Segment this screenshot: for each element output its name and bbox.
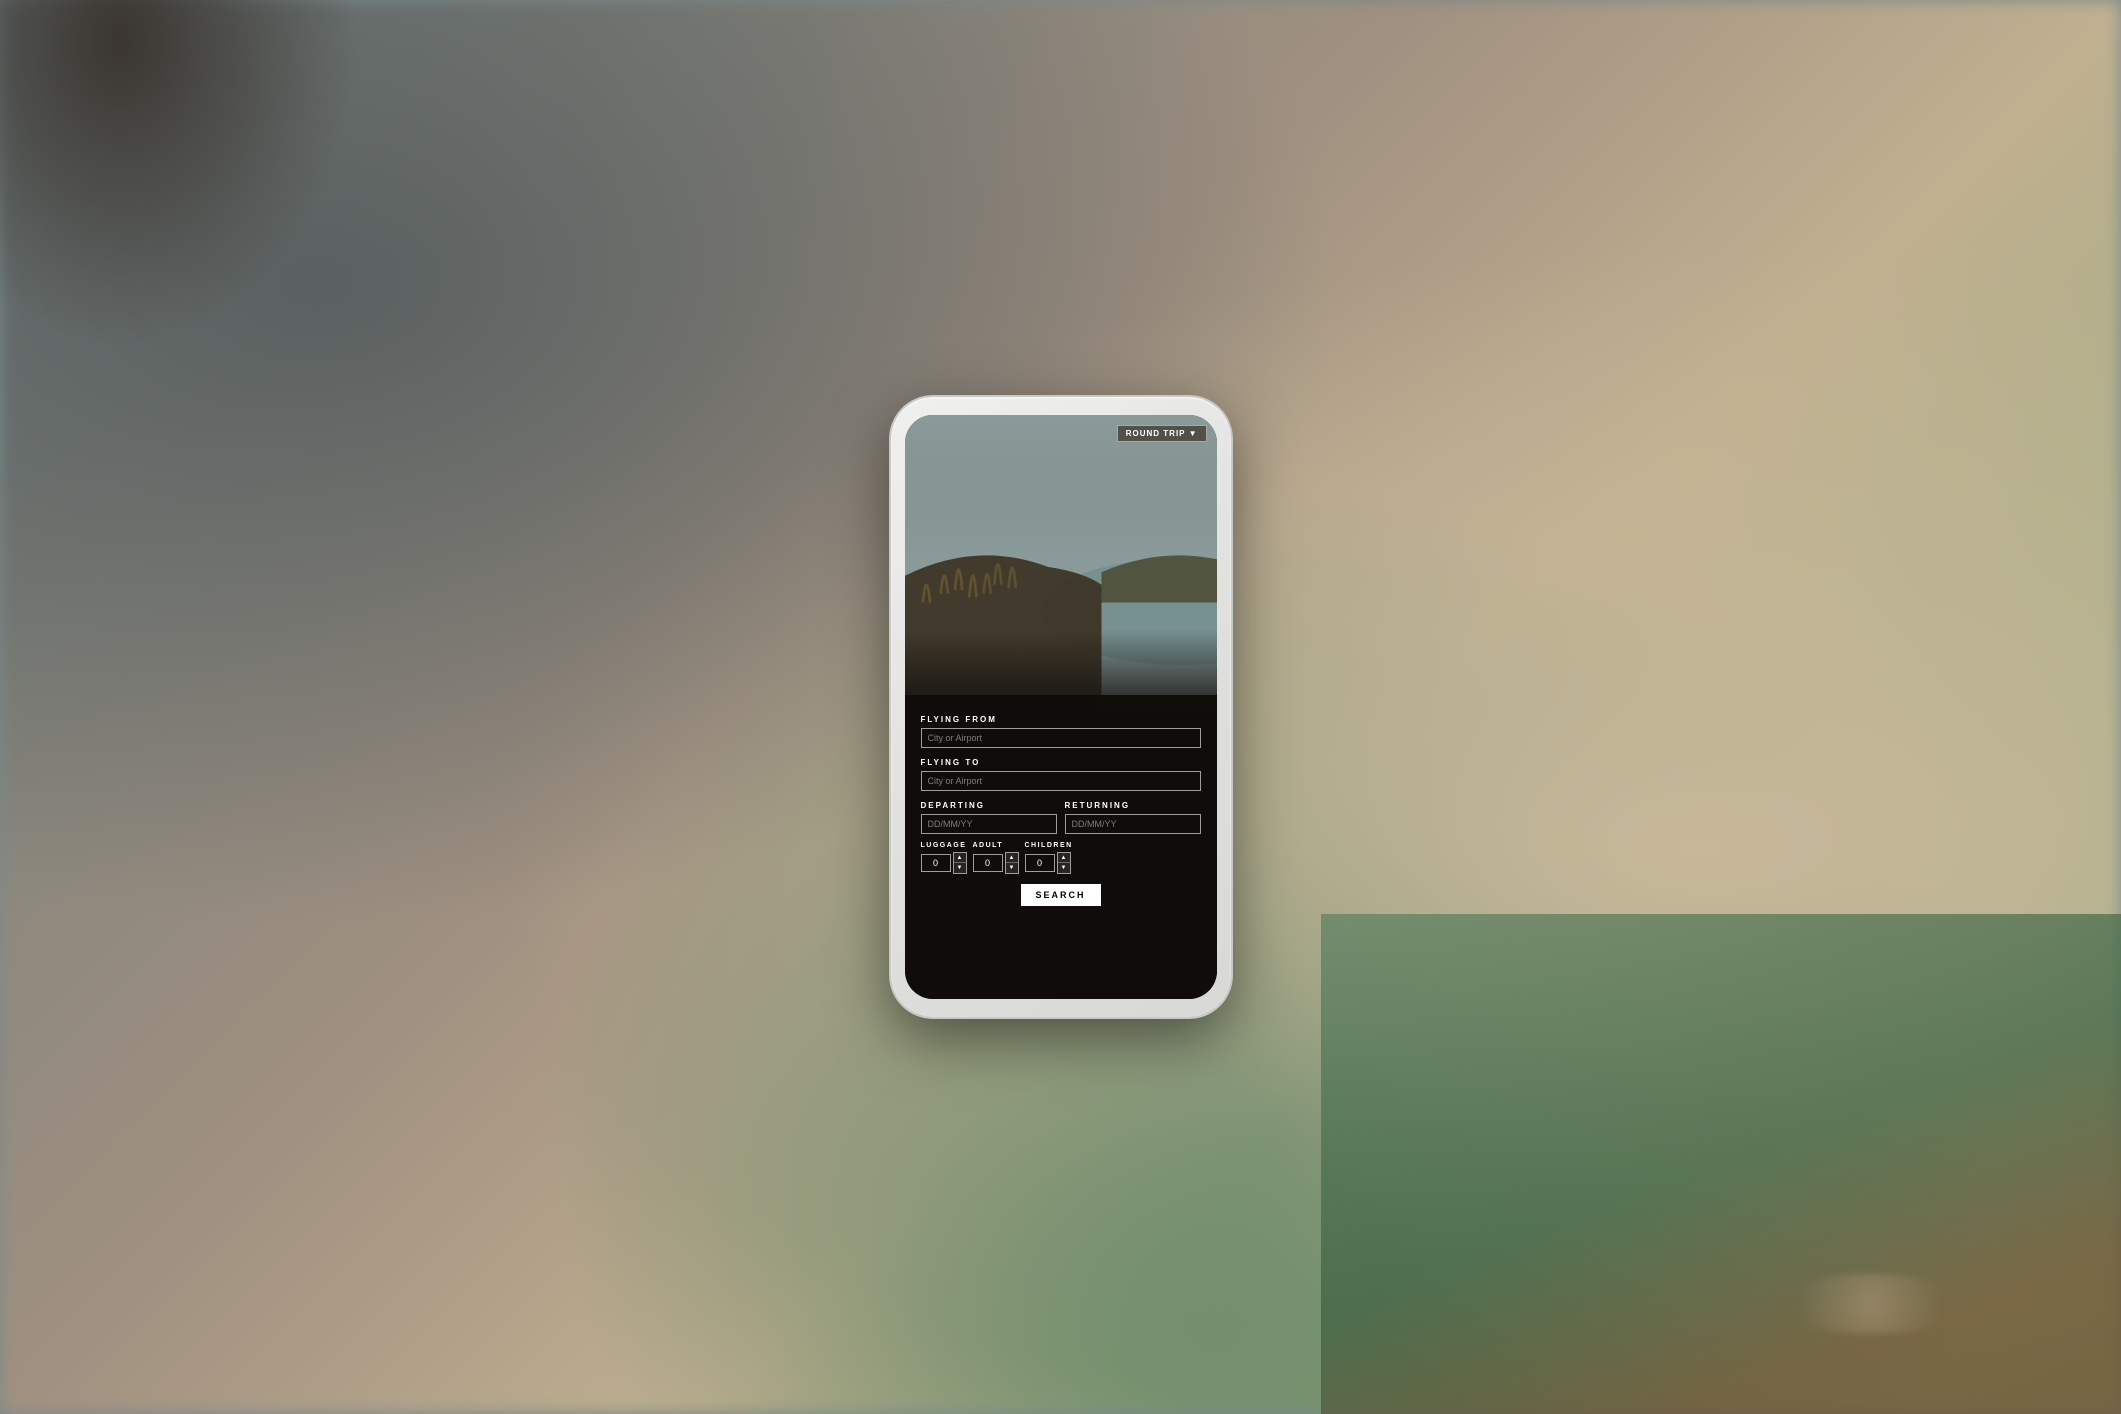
children-value[interactable] [1025,854,1055,872]
adult-value[interactable] [973,854,1003,872]
phone-screen: ROUND TRIP ▼ FLYING FROM FLYING TO DEPAR… [905,415,1217,999]
returning-input[interactable] [1065,814,1201,834]
search-button[interactable]: SEARCH [1021,884,1101,906]
phone-scene: ROUND TRIP ▼ FLYING FROM FLYING TO DEPAR… [711,207,1411,1207]
hero-image: ROUND TRIP ▼ [905,415,1217,719]
luggage-value[interactable] [921,854,951,872]
luggage-down-button[interactable]: ▼ [954,863,966,873]
luggage-buttons: ▲ ▼ [953,852,967,874]
phone-frame: ROUND TRIP ▼ FLYING FROM FLYING TO DEPAR… [891,397,1231,1017]
adult-control: ▲ ▼ [973,852,1019,874]
adult-label: ADULT [973,842,1019,849]
adult-down-button[interactable]: ▼ [1006,863,1018,873]
luggage-spinner: LUGGAGE ▲ ▼ [921,842,967,874]
children-down-button[interactable]: ▼ [1058,863,1070,873]
flying-to-input[interactable] [921,771,1201,791]
departing-input[interactable] [921,814,1057,834]
departing-label: DEPARTING [921,801,1057,810]
departing-col: DEPARTING [921,793,1057,836]
children-spinner: CHILDREN ▲ ▼ [1025,842,1073,874]
passenger-luggage-group: LUGGAGE ▲ ▼ ADULT [921,842,1201,874]
round-trip-badge[interactable]: ROUND TRIP ▼ [1117,425,1207,442]
adult-up-button[interactable]: ▲ [1006,853,1018,863]
children-control: ▲ ▼ [1025,852,1073,874]
returning-label: RETURNING [1065,801,1201,810]
returning-col: RETURNING [1065,793,1201,836]
luggage-label: LUGGAGE [921,842,967,849]
adult-buttons: ▲ ▼ [1005,852,1019,874]
children-label: CHILDREN [1025,842,1073,849]
adult-spinner: ADULT ▲ ▼ [973,842,1019,874]
luggage-control: ▲ ▼ [921,852,967,874]
luggage-up-button[interactable]: ▲ [954,853,966,863]
flight-search-form: FLYING FROM FLYING TO DEPARTING RETURNIN… [905,695,1217,999]
flying-from-label: FLYING FROM [921,715,1201,724]
flying-to-label: FLYING TO [921,758,1201,767]
flying-from-input[interactable] [921,728,1201,748]
date-row: DEPARTING RETURNING [921,793,1201,836]
children-buttons: ▲ ▼ [1057,852,1071,874]
children-up-button[interactable]: ▲ [1058,853,1070,863]
